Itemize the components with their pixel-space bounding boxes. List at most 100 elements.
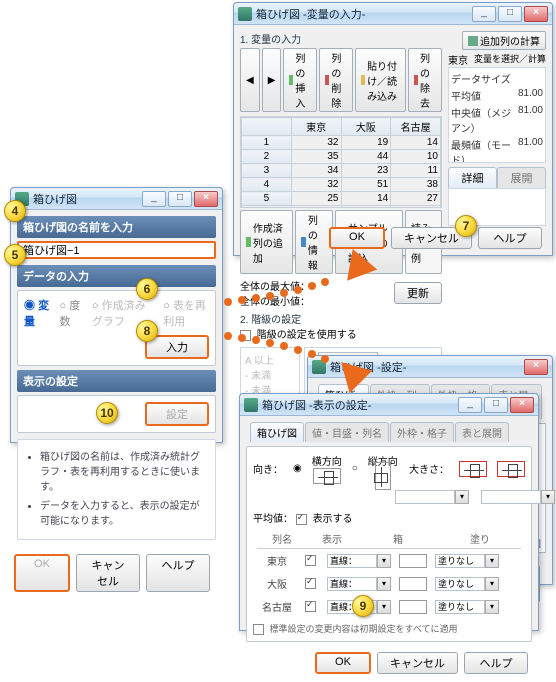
series-line-combo[interactable]: 直線：▾ [327,577,391,591]
minimize-button[interactable]: _ [472,6,496,22]
settings-button[interactable]: 設定 [145,402,209,426]
data-mode-radios[interactable]: ◉ 変量 ○ 度数 ○ 作成済みグラフ ○ 表を再利用 [24,297,209,329]
titlebar[interactable]: 箱ひげ図 -表示の設定- _ □ × [240,394,538,416]
maximize-button[interactable]: □ [168,191,192,207]
minimize-button[interactable]: _ [142,191,166,207]
series-fill-combo[interactable]: 塗りなし▾ [435,554,499,568]
remove-col-button[interactable]: 列の除去 [408,48,442,112]
close-button[interactable]: × [510,397,534,413]
minimize-button[interactable]: _ [458,397,482,413]
series-show-checkbox[interactable] [305,555,316,566]
series-show-checkbox[interactable] [305,601,316,612]
step-4-badge: 4 [4,200,26,222]
table-row[interactable]: 6444828 [242,206,441,209]
series-color[interactable] [399,577,427,591]
stats-row: 最頻値（モード）81.00 [451,136,543,163]
stats-row: 平均値81.00 [451,87,543,104]
next-col-button[interactable]: ▶ [262,48,282,112]
series-name: 大阪 [257,576,297,591]
series-fill-combo[interactable]: 塗りなし▾ [435,600,499,614]
stats-panel: データサイズ平均値81.00中央値（メジアン）81.00最頻値（モード）81.0… [448,67,546,163]
titlebar[interactable]: 箱ひげ図 _ □ × [11,188,222,210]
size-icon-1[interactable] [459,461,487,477]
ok-button[interactable]: OK [329,227,385,249]
name-input[interactable]: 箱ひげ図−1 [17,241,216,259]
prev-col-button[interactable]: ◀ [240,48,260,112]
display-settings-dialog: 箱ひげ図 -表示の設定- _ □ × 箱ひげ図 値・目盛・列名 外枠・格子 表と… [239,393,539,631]
avg-checkbox[interactable] [296,514,307,525]
help-button[interactable]: ヘルプ [146,554,210,592]
avg-label: 平均値： [253,514,293,525]
window-title: 箱ひげ図 [33,191,142,207]
table-row[interactable]: 2354410 [242,150,441,164]
series-show-checkbox[interactable] [305,578,316,589]
boxplot-dialog: 箱ひげ図 _ □ × 箱ひげ図の名前を入力 箱ひげ図−1 データの入力 ◉ 変量… [10,187,223,443]
stats-row: データサイズ [451,70,543,87]
close-button[interactable]: × [524,359,548,375]
series-name: 東京 [257,553,297,568]
size-icon-2[interactable] [497,461,525,477]
table-row[interactable]: 1321914 [242,136,441,150]
insert-col-button[interactable]: 列の挿入 [283,48,317,112]
section-name-header: 箱ひげ図の名前を入力 [17,216,216,238]
series-fill-combo[interactable]: 塗りなし▾ [435,577,499,591]
apply-default-checkbox[interactable] [253,624,264,635]
series-color[interactable] [399,554,427,568]
table-header: 大阪 [341,118,391,136]
tab-values[interactable]: 値・目盛・列名 [305,422,389,442]
series-name: 名古屋 [257,599,297,614]
tab-boxplot[interactable]: 箱ひげ図 [250,422,304,442]
table-header: 名古屋 [391,118,441,136]
series-row: 大阪 直線：▾ 塗りなし▾ [253,572,525,595]
size-combo-2[interactable]: ▾ [481,490,555,504]
window-title: 箱ひげ図 -変量の入力- [256,6,472,22]
app-icon [244,398,258,412]
allmin-label: 全体の最小値： [240,297,310,308]
ok-button[interactable]: OK [14,554,70,592]
orient-label: 向き： [253,461,283,476]
table-row[interactable]: 4325138 [242,178,441,192]
step-9-badge: 9 [352,595,374,617]
series-line-combo[interactable]: 直線：▾ [327,554,391,568]
data-table[interactable]: 東京大阪名古屋 13219142354410334231143251385251… [241,117,441,208]
orient-v-radio[interactable]: ○ [352,463,358,474]
table-row[interactable]: 5251427 [242,192,441,206]
step-7-badge: 7 [455,215,477,237]
help-button[interactable]: ヘルプ [464,652,528,674]
series-row: 名古屋直線：▾塗りなし▾ [253,595,525,618]
series-row: 東京 直線：▾ 塗りなし▾ [253,549,525,572]
maximize-button[interactable]: □ [484,397,508,413]
variable-toolbar: ◀ ▶ 列の挿入 列の削除 貼り付け／読み込み 列の除去 [240,48,442,112]
app-icon [238,7,252,21]
series-color[interactable] [399,600,427,614]
tab-frame[interactable]: 外枠・格子 [390,422,454,442]
table-header: 東京 [291,118,341,136]
orient-v-icon [375,462,391,490]
help-button[interactable]: ヘルプ [478,227,542,249]
update-button[interactable]: 更新 [394,282,442,304]
close-button[interactable]: × [524,6,548,22]
stats-tab-detail[interactable]: 詳細 [448,167,497,188]
step-6-badge: 6 [136,278,158,300]
step-10-badge: 10 [96,402,118,424]
orient-h-radio[interactable]: ◉ [293,463,302,474]
delete-col-button[interactable]: 列の削除 [319,48,353,112]
calc-col-button[interactable]: 追加列の計算 [462,31,546,50]
stats-tab-expand[interactable]: 展開 [497,167,546,188]
table-row[interactable]: 3342311 [242,164,441,178]
step-5-badge: 5 [4,244,26,266]
window-title: 箱ひげ図 -表示の設定- [262,397,458,413]
maximize-button[interactable]: □ [498,6,522,22]
close-button[interactable]: × [194,191,218,207]
cancel-button[interactable]: キャンセル [76,554,140,592]
cancel-button[interactable]: キャンセル [377,652,458,674]
notes-panel: 箱ひげ図の名前は、作成済み統計グラフ・表を再利用するときに使います。 データを入… [17,439,216,540]
paste-load-button[interactable]: 貼り付け／読み込み [355,48,406,112]
step-8-badge: 8 [136,320,158,342]
table-header [242,118,292,136]
section-1-label: 1. 変量の入力 [240,31,442,46]
tab-table[interactable]: 表と展開 [455,422,509,442]
titlebar[interactable]: 箱ひげ図 -変量の入力- _ □ × [234,3,552,25]
size-combo-1[interactable]: ▾ [395,490,469,504]
ok-button[interactable]: OK [315,652,371,674]
